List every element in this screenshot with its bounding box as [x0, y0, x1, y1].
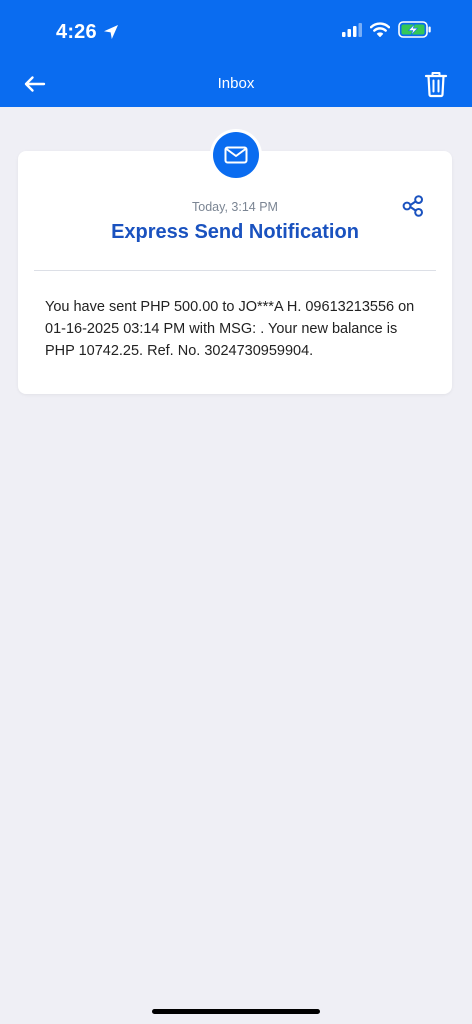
cellular-signal-icon — [342, 22, 362, 42]
card-divider — [34, 270, 436, 271]
status-bar: 4:26 — [0, 0, 472, 62]
mail-circle — [213, 132, 259, 178]
share-button[interactable] — [402, 195, 424, 217]
page-title: Inbox — [217, 75, 255, 92]
delete-button[interactable] — [424, 70, 448, 98]
message-timestamp: Today, 3:14 PM — [192, 200, 278, 214]
status-time-group: 4:26 — [56, 20, 119, 44]
message-card: Today, 3:14 PM Express Send Notification… — [18, 151, 452, 394]
nav-bar: Inbox — [0, 62, 472, 107]
share-icon — [402, 195, 424, 217]
mail-icon — [224, 146, 248, 164]
status-time: 4:26 — [56, 21, 97, 43]
app-header: 4:26 Inbox — [0, 0, 472, 107]
trash-icon — [424, 72, 448, 98]
message-title: Express Send Notification — [111, 221, 359, 243]
message-body: You have sent PHP 500.00 to JO***A H. 09… — [45, 299, 415, 359]
wifi-icon — [369, 22, 391, 42]
home-indicator[interactable] — [152, 1009, 320, 1014]
status-indicators — [342, 21, 432, 43]
location-arrow-icon — [103, 24, 119, 40]
message-type-badge — [210, 129, 262, 181]
battery-charging-icon — [398, 21, 432, 43]
